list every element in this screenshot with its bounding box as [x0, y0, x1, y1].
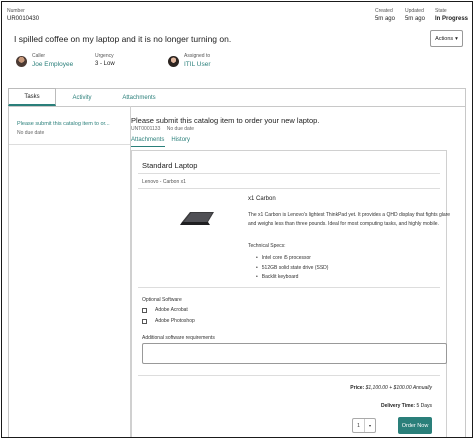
meta-created: Created 5m ago [375, 8, 395, 23]
record-title: I spilled coffee on my laptop and it is … [14, 34, 232, 44]
task-detail-meta: UNT0001133 No due date [131, 126, 194, 132]
task-list: Please submit this catalog item to or...… [8, 106, 131, 437]
card-divider [138, 188, 440, 189]
option-adobe-photoshop[interactable]: Adobe Photoshop [142, 318, 195, 324]
spec-item: 512GB solid state drive (SSD) [256, 264, 329, 274]
meta-state-value: In Progress [434, 16, 468, 22]
option-adobe-acrobat[interactable]: Adobe Acrobat [142, 307, 188, 313]
option-label: Adobe Photoshop [155, 318, 195, 324]
task-list-item[interactable]: Please submit this catalog item to or...… [17, 120, 127, 137]
number-label: Number [7, 8, 25, 14]
record-tabs: Tasks Activity Attachments [8, 88, 466, 106]
price-label: Price: [350, 385, 365, 391]
tab-activity[interactable]: Activity [56, 89, 108, 106]
product-name: x1 Carbon [248, 196, 276, 202]
quantity-select[interactable]: 1 ▾ [352, 418, 376, 433]
task-due: No due date [166, 126, 195, 132]
optional-software-heading: Optional Software [142, 297, 182, 303]
requirements-label: Additional software requirements [142, 335, 215, 341]
adobe-photoshop-checkbox[interactable] [142, 318, 147, 324]
task-item-due: No due date [17, 130, 45, 136]
card-divider [138, 287, 440, 288]
assignee-link[interactable]: ITIL User [184, 60, 211, 69]
requirements-textarea[interactable] [142, 343, 447, 364]
delivery-value: 5 Days [416, 403, 432, 409]
caller-label: Caller [32, 53, 46, 59]
task-detail-title: Please submit this catalog item to order… [131, 116, 320, 125]
task-subtabs: Attachments History [131, 137, 190, 143]
catalog-item-card: Standard Laptop Lenovo - Carbon x1 x1 Ca… [131, 150, 450, 437]
spec-item: Backlit keyboard [256, 273, 328, 283]
meta-state: State In Progress [435, 8, 468, 23]
delivery-line: Delivery Time: 5 Days [381, 403, 432, 409]
chevron-down-icon: ▾ [455, 35, 458, 42]
quantity-value: 1 [353, 419, 365, 432]
price-value: $1,100.00 + $100.00 Annually [365, 385, 432, 391]
catalog-item-subtitle: Lenovo - Carbon x1 [142, 179, 186, 185]
caller-avatar [16, 55, 27, 67]
meta-created-value: 5m ago [374, 16, 395, 22]
meta-updated-value: 5m ago [404, 16, 425, 22]
record-people: Caller Joe Employee Urgency 3 - Low Assi… [16, 53, 452, 73]
app-frame: Number UR0010430 Created 5m ago Updated … [1, 1, 473, 438]
tab-tasks[interactable]: Tasks [8, 88, 56, 106]
subtab-active-indicator [131, 146, 165, 147]
product-description: The x1 Carbon is Lenovo's lightest Think… [248, 212, 451, 227]
specs-list: Intel core i5 processor 512GB solid stat… [256, 254, 329, 283]
assigned-field: Assigned to ITIL User [168, 53, 211, 69]
actions-button[interactable]: Actions ▾ [430, 30, 463, 47]
adobe-acrobat-checkbox[interactable] [142, 307, 147, 313]
specs-heading: Technical Specs: [248, 243, 286, 249]
record-meta: Created 5m ago Updated 5m ago State In P… [375, 8, 468, 23]
chevron-down-icon: ▾ [368, 423, 371, 428]
task-detail: Please submit this catalog item to order… [131, 106, 466, 437]
meta-state-label: State [434, 8, 447, 14]
order-now-button[interactable]: Order Now [398, 417, 432, 434]
meta-updated: Updated 5m ago [405, 8, 425, 23]
urgency-field: Urgency 3 - Low [95, 53, 115, 68]
card-divider [138, 375, 440, 376]
task-list-divider [9, 144, 130, 145]
assigned-label: Assigned to [184, 53, 211, 59]
number-value: UR0010430 [7, 16, 40, 22]
task-number: UNT0001133 [131, 126, 161, 132]
caller-field: Caller Joe Employee [16, 53, 73, 69]
catalog-item-name: Standard Laptop [142, 161, 198, 170]
subtab-history[interactable]: History [171, 137, 190, 143]
subtab-attachments[interactable]: Attachments [131, 137, 164, 143]
price-line: Price: $1,100.00 + $100.00 Annually [350, 385, 432, 391]
caller-link[interactable]: Joe Employee [32, 60, 73, 69]
delivery-label: Delivery Time: [380, 403, 416, 409]
meta-updated-label: Updated [404, 8, 424, 14]
task-item-title[interactable]: Please submit this catalog item to or... [17, 120, 127, 128]
urgency-value: 3 - Low [95, 61, 115, 67]
assignee-avatar [168, 55, 179, 67]
actions-label: Actions [435, 35, 454, 42]
tab-attachments[interactable]: Attachments [108, 89, 170, 106]
laptop-image [180, 212, 214, 225]
urgency-label: Urgency [95, 53, 114, 59]
meta-created-label: Created [374, 8, 393, 14]
spec-item: Intel core i5 processor [256, 254, 328, 264]
option-label: Adobe Acrobat [155, 307, 188, 313]
card-divider [138, 173, 440, 174]
record-number: Number UR0010430 [7, 8, 39, 23]
